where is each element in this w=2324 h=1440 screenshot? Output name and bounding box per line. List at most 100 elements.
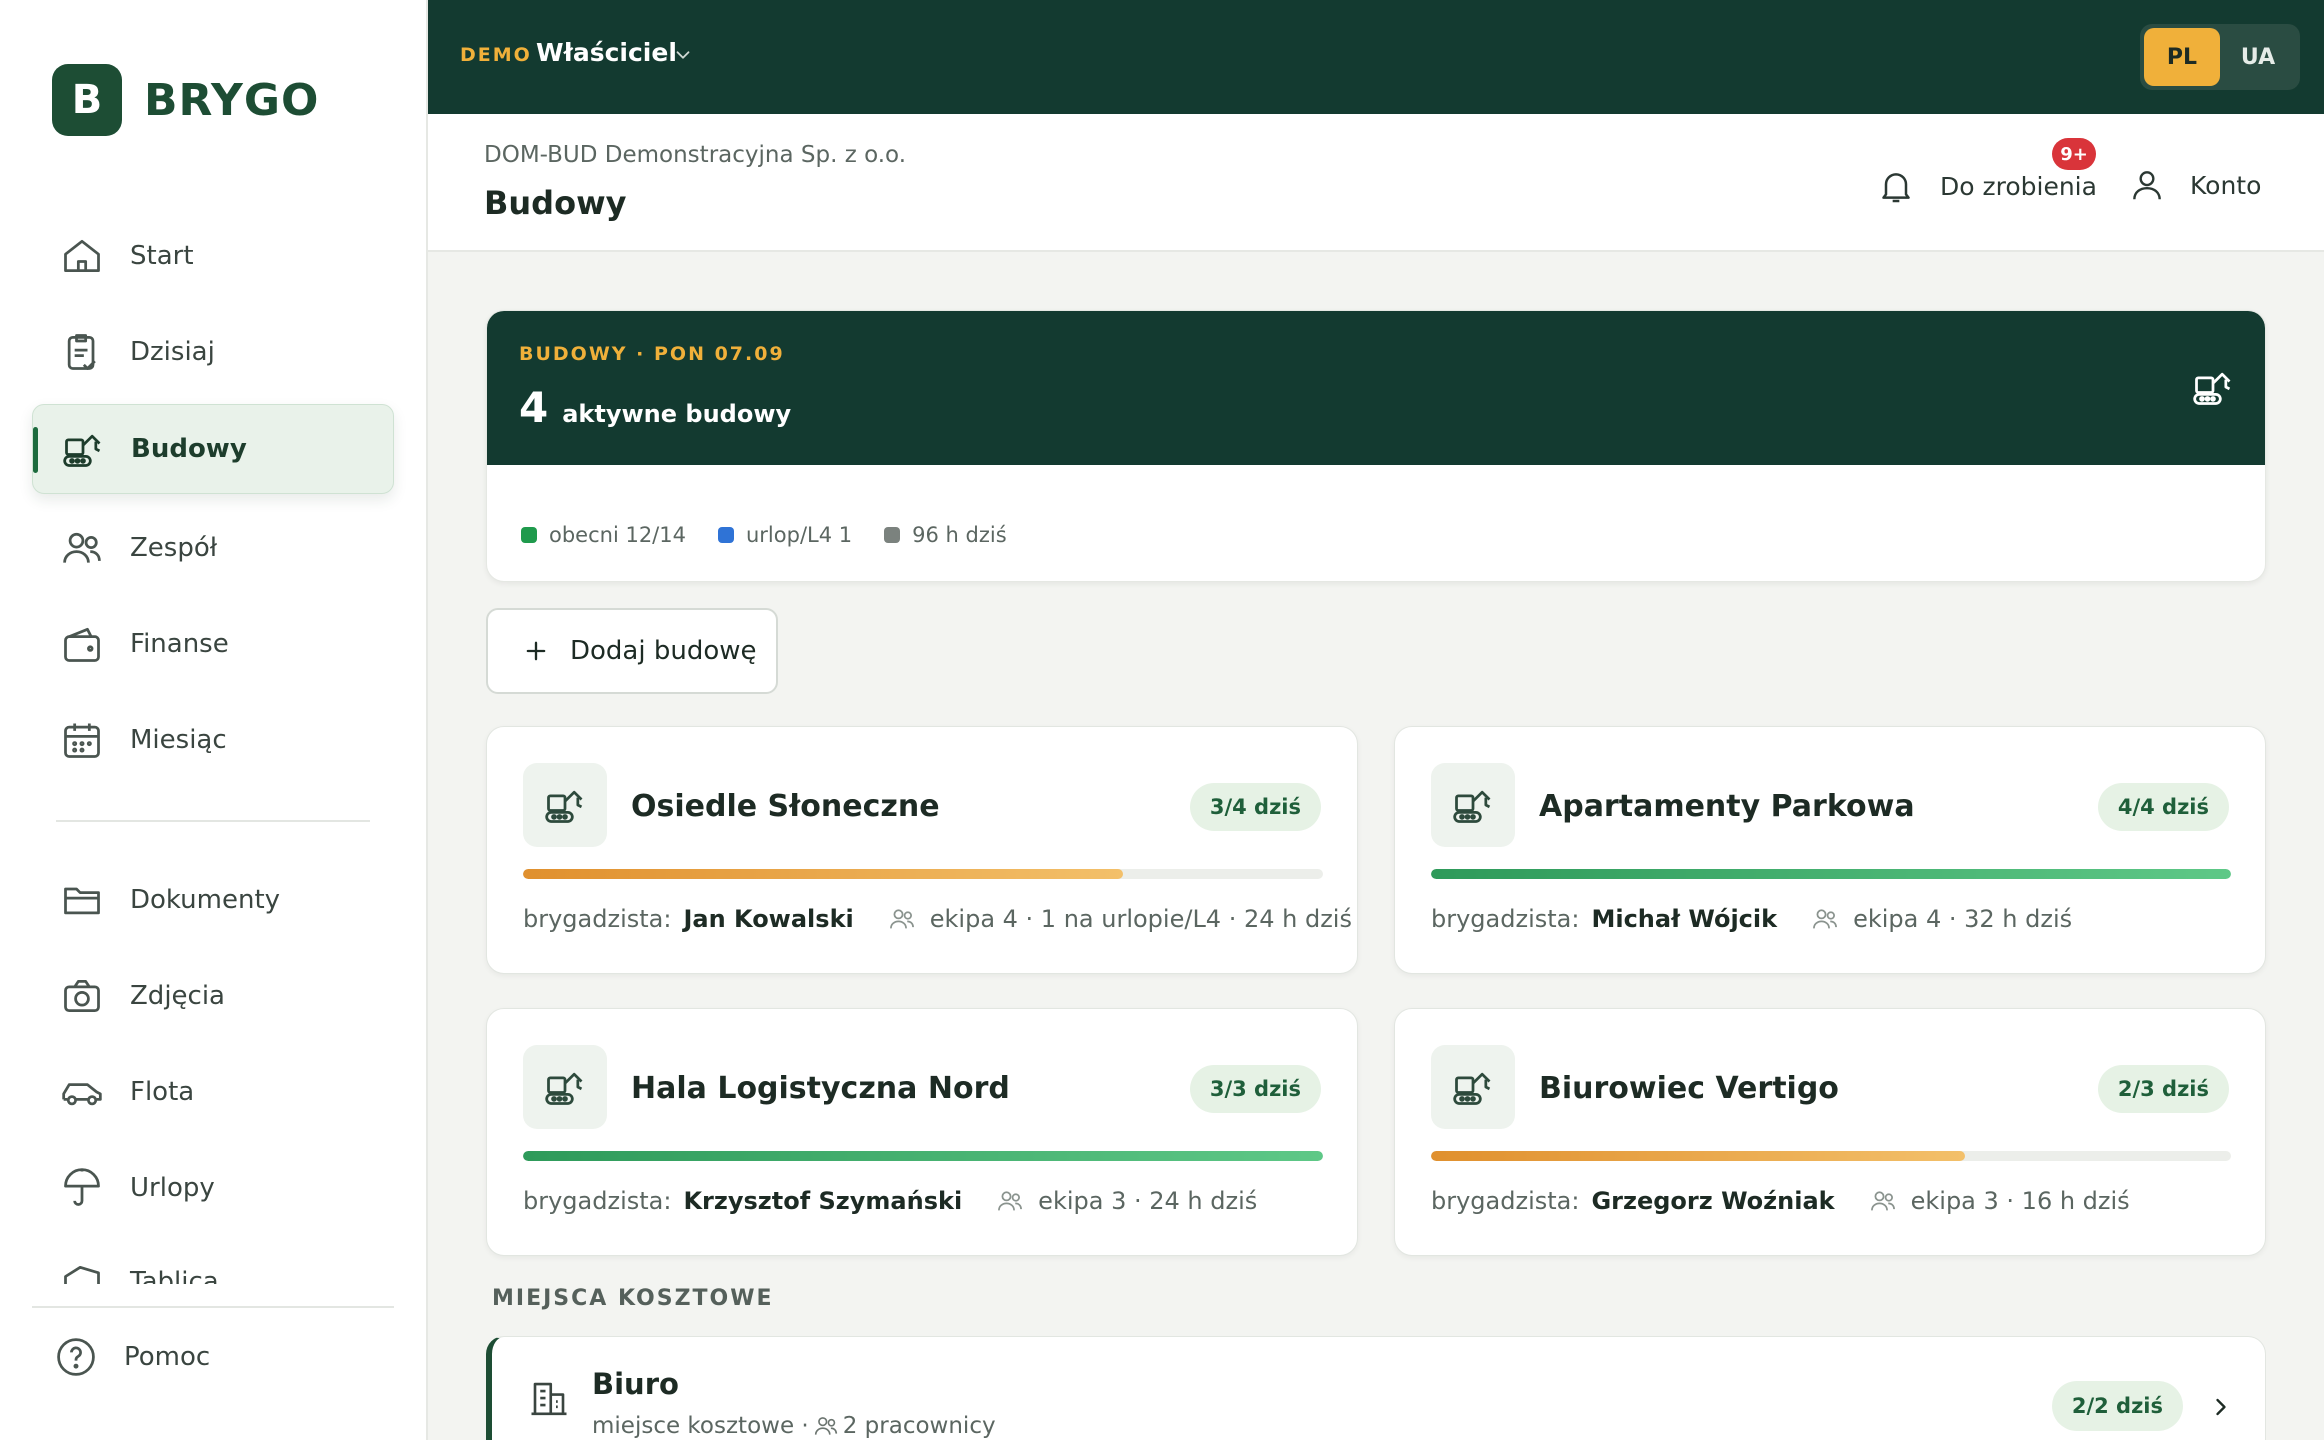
- attendance-progress: [1431, 869, 2231, 879]
- building-icon: [531, 1382, 567, 1416]
- summary-card: BUDOWY · PON 07.09 4 aktywne budowy obec…: [486, 310, 2266, 582]
- team-info: ekipa 4 · 1 na urlopie/L4 · 24 h dziś: [929, 905, 1352, 933]
- sidebar-item-flota[interactable]: Flota: [32, 1047, 394, 1137]
- company-name: DOM-BUD Demonstracyjna Sp. z o.o.: [484, 142, 907, 168]
- users-icon: [63, 532, 101, 563]
- sidebar-item-finanse[interactable]: Finanse: [32, 599, 394, 689]
- sidebar-item-label: Tablica: [130, 1267, 219, 1284]
- sidebar-item-miesiac[interactable]: Miesiąc: [32, 695, 394, 785]
- sidebar-divider: [56, 820, 370, 822]
- foreman-label: brygadzista:: [523, 1187, 672, 1215]
- sidebar: B BRYGO Start Dzisiaj Budowy Zespół Fina…: [0, 0, 428, 1440]
- site-icon: [1431, 763, 1515, 847]
- sidebar-item-label: Budowy: [131, 434, 247, 464]
- site-name: Biurowiec Vertigo: [1539, 1071, 1839, 1106]
- sidebar-item-zespol[interactable]: Zespół: [32, 503, 394, 593]
- sidebar-footer-divider: [32, 1306, 394, 1308]
- umbrella-icon: [64, 1168, 100, 1206]
- team-info: ekipa 3 · 16 h dziś: [1910, 1187, 2130, 1215]
- sidebar-scroll-clip: Tablica: [0, 1240, 426, 1284]
- attendance-badge: 2/2 dziś: [2051, 1381, 2183, 1431]
- topbar: DEMO Właściciel PL UA: [428, 0, 2324, 114]
- legend-item-leave: urlop/L4 1: [717, 523, 852, 547]
- help-link[interactable]: Pomoc: [26, 1312, 388, 1402]
- home-icon: [64, 239, 100, 273]
- sidebar-item-start[interactable]: Start: [32, 211, 394, 301]
- sidebar-item-label: Dokumenty: [130, 885, 281, 915]
- chevron-right-icon[interactable]: [2207, 1393, 2235, 1421]
- active-sites-count: 4: [519, 383, 549, 432]
- logo-text: BRYGO: [144, 74, 320, 126]
- sidebar-item-budowy[interactable]: Budowy: [32, 404, 394, 494]
- summary-line: 4 aktywne budowy: [519, 383, 791, 432]
- foreman-name: Jan Kowalski: [683, 905, 854, 933]
- team-info: ekipa 3 · 24 h dziś: [1038, 1187, 1258, 1215]
- excavator-icon: [1453, 1072, 1491, 1105]
- users-icon: [998, 1191, 1023, 1211]
- sidebar-item-dokumenty[interactable]: Dokumenty: [32, 855, 394, 945]
- site-meta: brygadzista: Jan Kowalski ekipa 4 · 1 na…: [523, 905, 1352, 933]
- help-label: Pomoc: [124, 1342, 211, 1372]
- foreman-label: brygadzista:: [1431, 905, 1580, 933]
- site-card[interactable]: Apartamenty Parkowa 4/4 dziś brygadzista…: [1394, 726, 2266, 974]
- sidebar-item-tablica[interactable]: Tablica: [32, 1240, 394, 1284]
- lang-ua-button[interactable]: UA: [2220, 28, 2296, 86]
- excavator-icon: [545, 1072, 583, 1105]
- help-icon: [57, 1338, 95, 1376]
- lang-pl-button[interactable]: PL: [2144, 28, 2220, 86]
- sidebar-item-label: Urlopy: [130, 1173, 215, 1203]
- sidebar-item-dzisiaj[interactable]: Dzisiaj: [32, 307, 394, 397]
- clipboard-check-icon: [67, 334, 96, 370]
- cost-center-card[interactable]: Biuro miejsce kosztowe · 2 pracownicy 2/…: [486, 1336, 2266, 1440]
- site-card[interactable]: Biurowiec Vertigo 2/3 dziś brygadzista: …: [1394, 1008, 2266, 1256]
- site-name: Apartamenty Parkowa: [1539, 789, 1915, 824]
- users-icon: [889, 909, 914, 929]
- legend-item-hours: 96 h dziś: [884, 523, 1007, 547]
- language-switch: PL UA: [2140, 24, 2300, 90]
- attendance-badge: 2/3 dziś: [2097, 1065, 2229, 1113]
- legend-label: obecni 12/14: [549, 523, 686, 547]
- progress-fill: [1431, 1151, 1965, 1161]
- foreman-label: brygadzista:: [523, 905, 672, 933]
- legend-dot: [717, 527, 734, 543]
- site-card[interactable]: Osiedle Słoneczne 3/4 dziś brygadzista: …: [486, 726, 1358, 974]
- camera-icon: [64, 979, 100, 1013]
- foreman-name: Grzegorz Woźniak: [1591, 1187, 1835, 1215]
- add-site-button[interactable]: Dodaj budowę: [486, 608, 778, 694]
- sidebar-item-label: Start: [130, 241, 194, 271]
- site-card[interactable]: Hala Logistyczna Nord 3/3 dziś brygadzis…: [486, 1008, 1358, 1256]
- summary-banner: BUDOWY · PON 07.09 4 aktywne budowy: [487, 311, 2265, 465]
- team-info: ekipa 4 · 32 h dziś: [1853, 905, 2073, 933]
- calendar-icon: [64, 723, 100, 758]
- users-icon: [1870, 1191, 1895, 1211]
- site-icon: [1431, 1045, 1515, 1129]
- legend-dot: [521, 527, 537, 543]
- attendance-legend: obecni 12/14 urlop/L4 1 96 h dziś: [521, 523, 1039, 547]
- site-icon: [523, 763, 607, 847]
- summary-eyebrow: BUDOWY · PON 07.09: [519, 343, 785, 365]
- attendance-progress: [523, 869, 1323, 879]
- sidebar-item-label: Zespół: [130, 533, 218, 563]
- logo-badge: B: [52, 64, 122, 136]
- chevron-down-icon[interactable]: [672, 44, 694, 66]
- cost-centers-title: MIEJSCA KOSZTOWE: [492, 1286, 774, 1311]
- progress-fill: [523, 869, 1123, 879]
- add-site-label: Dodaj budowę: [570, 636, 757, 666]
- users-icon: [814, 1417, 837, 1435]
- sidebar-item-zdjecia[interactable]: Zdjęcia: [32, 951, 394, 1041]
- site-name: Osiedle Słoneczne: [631, 789, 940, 824]
- demo-badge: DEMO: [460, 44, 532, 66]
- sidebar-item-urlopy[interactable]: Urlopy: [32, 1143, 394, 1233]
- page-title: Budowy: [484, 184, 627, 222]
- logo[interactable]: B BRYGO: [52, 64, 319, 136]
- todo-count-badge: 9+: [2052, 138, 2096, 170]
- todo-button[interactable]: Do zrobienia: [1876, 166, 2097, 206]
- sidebar-item-label: Dzisiaj: [130, 337, 215, 367]
- role-selector[interactable]: Właściciel: [536, 38, 677, 67]
- foreman-name: Krzysztof Szymański: [683, 1187, 963, 1215]
- bell-icon: [1882, 173, 1910, 203]
- account-button[interactable]: Konto: [2128, 166, 2261, 204]
- attendance-badge: 4/4 dziś: [2097, 783, 2229, 831]
- user-icon: [2133, 171, 2161, 200]
- sidebar-item-label: Flota: [130, 1077, 195, 1107]
